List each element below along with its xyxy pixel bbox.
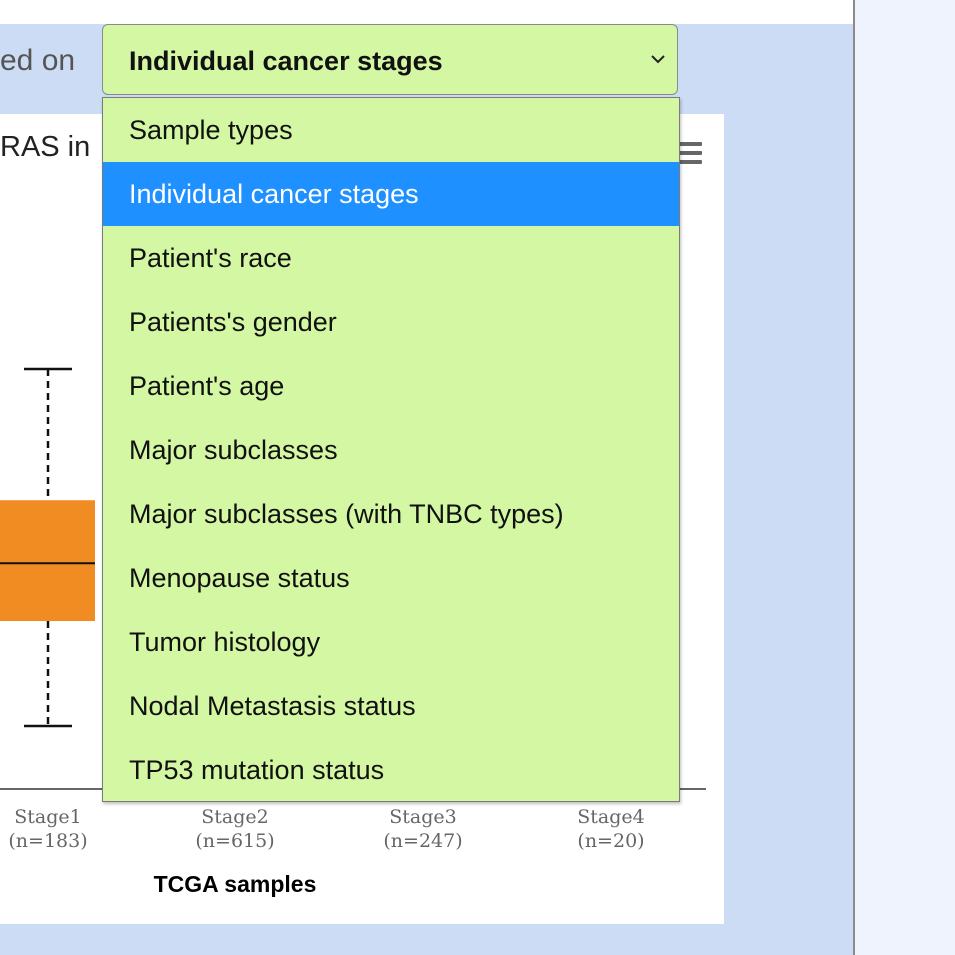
select-value: Individual cancer stages [129,46,443,76]
dropdown-option[interactable]: Patient's age [103,354,679,418]
based-on-label: ed on [0,44,76,77]
top-strip [0,0,853,24]
dropdown-option[interactable]: Menopause status [103,546,679,610]
dropdown-option[interactable]: Patients's gender [103,290,679,354]
dropdown-option[interactable]: Tumor histology [103,610,679,674]
x-tick-label: Stage1 [14,806,81,828]
x-tick-count-label: (n=247) [383,830,462,852]
x-tick-count-label: (n=183) [8,830,87,852]
x-tick-count-label: (n=615) [195,830,274,852]
dropdown-option[interactable]: Major subclasses [103,418,679,482]
grouping-dropdown-list: Sample types Individual cancer stages Pati… [102,97,680,802]
x-tick-label: Stage2 [201,806,268,828]
dropdown-option[interactable]: TP53 mutation status [103,738,679,802]
x-tick-label: Stage3 [389,806,456,828]
box-stage1 [0,500,95,621]
dropdown-option[interactable]: Patient's race [103,226,679,290]
x-axis-title: TCGA samples [154,871,317,897]
dropdown-option[interactable]: Sample types [103,98,679,162]
main-panel: ed on RAS in Stage1 (n=183) Stage2 (n=615) S… [0,0,853,955]
grouping-select[interactable]: Individual cancer stages [102,24,678,95]
dropdown-option[interactable]: Individual cancer stages [103,162,679,226]
right-background [855,0,955,955]
x-tick-label: Stage4 [577,806,644,828]
dropdown-option[interactable]: Nodal Metastasis status [103,674,679,738]
x-tick-count-label: (n=20) [577,830,644,852]
dropdown-option[interactable]: Major subclasses (with TNBC types) [103,482,679,546]
chevron-down-icon [651,55,665,64]
